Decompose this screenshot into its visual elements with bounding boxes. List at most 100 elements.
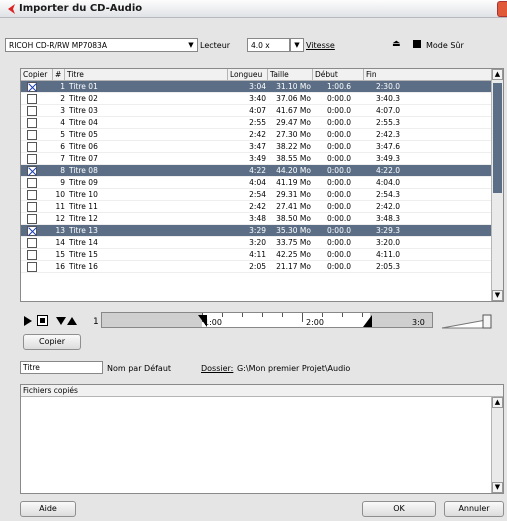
cell-num: 3 bbox=[60, 106, 65, 115]
cell-start: 0:00.0 bbox=[327, 118, 351, 127]
scroll-down-icon[interactable]: ▼ bbox=[492, 482, 503, 493]
table-row[interactable]: 11 Titre 11 2:42 27.41 Mo 0:00.0 2:42.0 bbox=[21, 201, 491, 213]
cell-start: 0:00.0 bbox=[327, 214, 351, 223]
cell-end: 2:42.3 bbox=[376, 130, 400, 139]
table-row[interactable]: 4 Titre 04 2:55 29.47 Mo 0:00.0 2:55.3 bbox=[21, 117, 491, 129]
cancel-button[interactable]: Annuler bbox=[444, 501, 504, 517]
table-row[interactable]: 7 Titre 07 3:49 38.55 Mo 0:00.0 3:49.3 bbox=[21, 153, 491, 165]
cell-length: 2:42 bbox=[249, 202, 266, 211]
table-row[interactable]: 1 Titre 01 3:04 31.10 Mo 1:00.6 2:30.0 bbox=[21, 81, 491, 93]
set-start-icon[interactable] bbox=[56, 316, 66, 326]
cell-num: 11 bbox=[55, 202, 65, 211]
table-row[interactable]: 13 Titre 13 3:29 35.30 Mo 0:00.0 3:29.3 bbox=[21, 225, 491, 237]
cell-end: 4:22.0 bbox=[376, 166, 400, 175]
scroll-up-icon[interactable]: ▲ bbox=[492, 69, 503, 80]
col-start-header[interactable]: Début bbox=[313, 69, 364, 81]
help-button[interactable]: Aide bbox=[20, 501, 76, 517]
cell-start: 0:00.0 bbox=[327, 178, 351, 187]
table-row[interactable]: 8 Titre 08 4:22 44.20 Mo 0:00.0 4:22.0 bbox=[21, 165, 491, 177]
copy-checkbox[interactable] bbox=[27, 190, 37, 200]
speed-select[interactable]: 4.0 x bbox=[247, 38, 290, 52]
table-row[interactable]: 14 Titre 14 3:20 33.75 Mo 0:00.0 3:20.0 bbox=[21, 237, 491, 249]
scroll-down-icon[interactable]: ▼ bbox=[492, 290, 503, 301]
copy-checkbox[interactable] bbox=[27, 166, 37, 176]
stop-icon[interactable] bbox=[37, 315, 48, 326]
table-row[interactable]: 9 Titre 09 4:04 41.19 Mo 0:00.0 4:04.0 bbox=[21, 177, 491, 189]
tracks-table: Copier # Titre Longueu Taille Début Fin … bbox=[20, 68, 504, 302]
cell-size: 38.55 Mo bbox=[276, 154, 311, 163]
copy-checkbox[interactable] bbox=[27, 154, 37, 164]
play-icon[interactable] bbox=[23, 316, 33, 326]
eject-icon[interactable]: ⏏ bbox=[392, 39, 401, 49]
copied-files-header: Fichiers copiés bbox=[21, 385, 503, 397]
set-end-icon[interactable] bbox=[67, 316, 77, 326]
copy-checkbox[interactable] bbox=[27, 106, 37, 116]
copy-checkbox[interactable] bbox=[27, 130, 37, 140]
close-icon[interactable] bbox=[497, 1, 507, 17]
cell-num: 7 bbox=[60, 154, 65, 163]
copy-button[interactable]: Copier bbox=[23, 334, 81, 350]
cell-title: Titre 14 bbox=[69, 238, 98, 247]
table-row[interactable]: 12 Titre 12 3:48 38.50 Mo 0:00.0 3:48.3 bbox=[21, 213, 491, 225]
cell-start: 0:00.0 bbox=[327, 142, 351, 151]
time-ruler[interactable]: 1:00 2:00 3:0 bbox=[101, 312, 433, 328]
table-row[interactable]: 5 Titre 05 2:42 27.30 Mo 0:00.0 2:42.3 bbox=[21, 129, 491, 141]
copy-checkbox[interactable] bbox=[27, 262, 37, 272]
table-row[interactable]: 2 Titre 02 3:40 37.06 Mo 0:00.0 3:40.3 bbox=[21, 93, 491, 105]
copy-checkbox[interactable] bbox=[27, 178, 37, 188]
copy-checkbox[interactable] bbox=[27, 118, 37, 128]
cell-title: Titre 15 bbox=[69, 250, 98, 259]
table-row[interactable]: 16 Titre 16 2:05 21.17 Mo 0:00.0 2:05.3 bbox=[21, 261, 491, 273]
ok-button[interactable]: OK bbox=[362, 501, 436, 517]
col-size-header[interactable]: Taille bbox=[268, 69, 313, 81]
copy-checkbox[interactable] bbox=[27, 250, 37, 260]
table-row[interactable]: 15 Titre 15 4:11 42.25 Mo 0:00.0 4:11.0 bbox=[21, 249, 491, 261]
cell-size: 27.41 Mo bbox=[276, 202, 311, 211]
safe-mode-checkbox[interactable] bbox=[413, 40, 421, 48]
col-length-header[interactable]: Longueu bbox=[228, 69, 268, 81]
copy-checkbox[interactable] bbox=[27, 202, 37, 212]
cell-start: 0:00.0 bbox=[327, 202, 351, 211]
col-title-header[interactable]: Titre bbox=[65, 69, 228, 81]
scroll-thumb[interactable] bbox=[493, 83, 502, 193]
col-copy-header[interactable]: Copier bbox=[21, 69, 53, 81]
cell-end: 4:11.0 bbox=[376, 250, 400, 259]
end-marker-icon[interactable] bbox=[363, 315, 372, 327]
cell-start: 0:00.0 bbox=[327, 190, 351, 199]
copy-checkbox[interactable] bbox=[27, 94, 37, 104]
speed-dropdown-button[interactable]: ▼ bbox=[290, 38, 304, 52]
cell-title: Titre 10 bbox=[69, 190, 98, 199]
cell-num: 6 bbox=[60, 142, 65, 151]
cell-num: 1 bbox=[60, 82, 65, 91]
cell-start: 0:00.0 bbox=[327, 166, 351, 175]
cell-start: 0:00.0 bbox=[327, 94, 351, 103]
cell-size: 33.75 Mo bbox=[276, 238, 311, 247]
scroll-up-icon[interactable]: ▲ bbox=[492, 397, 503, 408]
copied-files-scrollbar[interactable]: ▲ ▼ bbox=[491, 397, 503, 493]
folder-label[interactable]: Dossier: bbox=[201, 364, 233, 373]
table-row[interactable]: 6 Titre 06 3:47 38.22 Mo 0:00.0 3:47.6 bbox=[21, 141, 491, 153]
cell-size: 31.10 Mo bbox=[276, 82, 311, 91]
col-end-header[interactable]: Fin bbox=[364, 69, 491, 81]
cell-start: 0:00.0 bbox=[327, 238, 351, 247]
copy-checkbox[interactable] bbox=[27, 226, 37, 236]
cell-length: 4:07 bbox=[249, 106, 266, 115]
cell-title: Titre 12 bbox=[69, 214, 98, 223]
copy-checkbox[interactable] bbox=[27, 142, 37, 152]
copy-checkbox[interactable] bbox=[27, 214, 37, 224]
copy-checkbox[interactable] bbox=[27, 238, 37, 248]
cell-length: 3:20 bbox=[249, 238, 266, 247]
drive-select[interactable]: RICOH CD-R/RW MP7083A ▼ bbox=[5, 38, 198, 52]
table-row[interactable]: 10 Titre 10 2:54 29.31 Mo 0:00.0 2:54.3 bbox=[21, 189, 491, 201]
copy-checkbox[interactable] bbox=[27, 82, 37, 92]
cell-num: 10 bbox=[55, 190, 65, 199]
cell-num: 5 bbox=[60, 130, 65, 139]
table-row[interactable]: 3 Titre 03 4:07 41.67 Mo 0:00.0 4:07.0 bbox=[21, 105, 491, 117]
volume-slider[interactable] bbox=[440, 314, 498, 330]
cell-num: 2 bbox=[60, 94, 65, 103]
col-num-header[interactable]: # bbox=[53, 69, 65, 81]
cell-end: 3:47.6 bbox=[376, 142, 400, 151]
table-scrollbar[interactable]: ▲ ▼ bbox=[491, 69, 503, 301]
title-name-field[interactable]: Titre bbox=[20, 361, 103, 374]
cell-start: 0:00.0 bbox=[327, 226, 351, 235]
